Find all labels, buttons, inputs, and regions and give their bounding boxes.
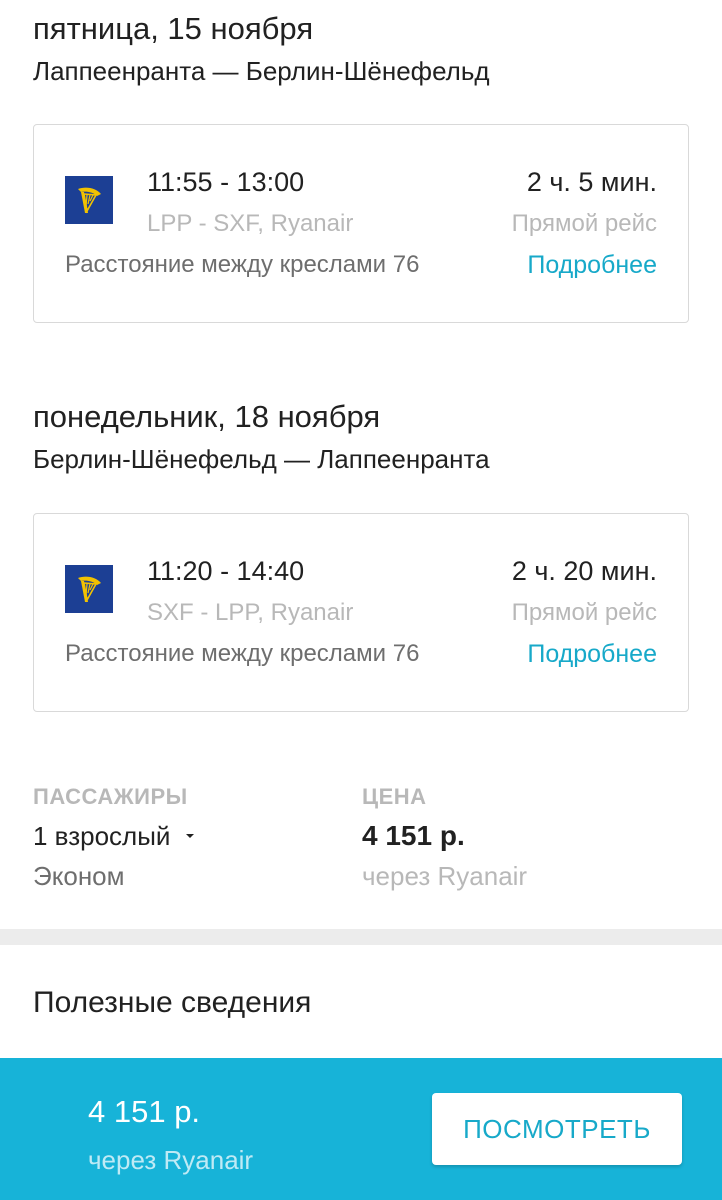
bottom-action-bar: 4 151 р. через Ryanair ПОСМОТРЕТЬ (0, 1058, 722, 1200)
outbound-airport-codes: LPP - SXF, Ryanair (147, 210, 354, 237)
outbound-route: Лаппеенранта — Берлин-Шёнефельд (33, 56, 490, 86)
return-details-link[interactable]: Подробнее (527, 638, 657, 670)
outbound-flight-type: Прямой рейс (511, 210, 657, 237)
outbound-leg-header: пятница, 15 ноября Лаппеенранта — Берлин… (33, 10, 490, 88)
return-date: понедельник, 18 ноября (33, 399, 381, 434)
bottom-price: 4 151 р. (88, 1094, 201, 1129)
view-button[interactable]: ПОСМОТРЕТЬ (432, 1093, 682, 1165)
bottom-provider: через Ryanair (88, 1145, 254, 1175)
return-duration: 2 ч. 20 мин. (511, 556, 657, 586)
return-airport-codes: SXF - LPP, Ryanair (147, 599, 354, 626)
return-route: Берлин-Шёнефельд — Лаппеенранта (33, 444, 490, 474)
outbound-duration: 2 ч. 5 мин. (526, 167, 657, 197)
passengers-selector[interactable]: 1 взрослый (33, 818, 195, 854)
outbound-seat-pitch: Расстояние между креслами 76 (65, 251, 420, 278)
section-divider (0, 929, 722, 945)
price-label: ЦЕНА (362, 784, 427, 809)
price-provider: через Ryanair (362, 861, 528, 891)
return-flight-card[interactable]: 11:20 - 14:40 2 ч. 20 мин. SXF - LPP, Ry… (33, 513, 689, 712)
passengers-count: 1 взрослый (33, 821, 171, 851)
price-block: ЦЕНА 4 151 р. через Ryanair (362, 782, 527, 894)
return-flight-type: Прямой рейс (511, 599, 657, 626)
return-time: 11:20 - 14:40 (147, 556, 305, 586)
return-leg-header: понедельник, 18 ноября Берлин-Шёнефельд … (33, 398, 490, 476)
useful-info-title[interactable]: Полезные сведения (33, 983, 311, 1023)
outbound-date: пятница, 15 ноября (33, 11, 314, 46)
passengers-block: ПАССАЖИРЫ 1 взрослый Эконом (33, 782, 195, 894)
ryanair-harp-icon (65, 565, 113, 613)
cabin-class: Эконом (33, 861, 125, 891)
passengers-label: ПАССАЖИРЫ (33, 784, 188, 809)
outbound-details-link[interactable]: Подробнее (527, 249, 657, 281)
dropdown-caret-icon (186, 834, 195, 838)
outbound-flight-card[interactable]: 11:55 - 13:00 2 ч. 5 мин. LPP - SXF, Rya… (33, 124, 689, 323)
ryanair-harp-icon (65, 176, 113, 224)
return-seat-pitch: Расстояние между креслами 76 (65, 640, 420, 667)
price-value: 4 151 р. (362, 820, 465, 851)
outbound-time: 11:55 - 13:00 (147, 167, 305, 197)
